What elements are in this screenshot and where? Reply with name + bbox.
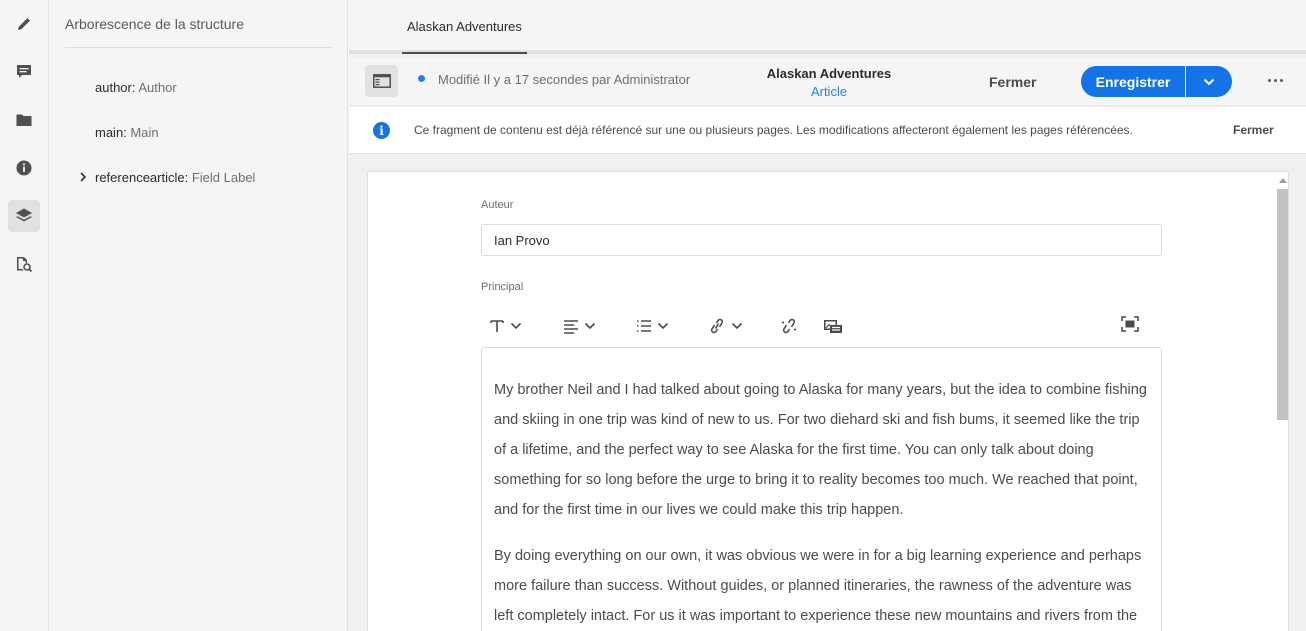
paragraph: My brother Neil and I had talked about g… <box>494 382 1147 518</box>
tree-item-label: Field Label <box>191 170 256 185</box>
tree-title: Arborescence de la structure <box>65 16 244 32</box>
layers-icon[interactable] <box>8 200 40 232</box>
more-actions-icon[interactable] <box>1265 70 1285 90</box>
text-format-icon <box>490 320 504 332</box>
info-banner: i Ce fragment de contenu est déjà référe… <box>349 107 1306 154</box>
tree-item-label: Author <box>138 80 177 95</box>
vertical-scrollbar[interactable] <box>1275 174 1288 631</box>
tab-alaskan-adventures[interactable]: Alaskan Adventures <box>402 0 527 54</box>
chevron-down-icon <box>510 322 522 330</box>
side-rail <box>0 0 49 631</box>
modified-status: Modifié Il y a 17 secondes par Administr… <box>438 72 691 87</box>
toggle-side-panel-button[interactable] <box>365 65 398 97</box>
status-dot <box>418 75 425 82</box>
main-label: Principal <box>481 281 524 293</box>
info-close-button[interactable]: Fermer <box>1233 123 1274 137</box>
tree-item-main[interactable]: main: Main <box>95 125 159 140</box>
unlink-icon <box>781 318 797 334</box>
tree-item-referencearticle[interactable]: referencearticle: Field Label <box>95 170 255 185</box>
link-dropdown[interactable] <box>708 316 743 336</box>
editor-toolbar: Modifié Il y a 17 secondes par Administr… <box>349 58 1306 106</box>
chevron-down-icon <box>584 322 596 330</box>
author-field[interactable]: Ian Provo <box>481 224 1162 256</box>
save-button[interactable]: Enregistrer <box>1081 66 1185 97</box>
info-icon[interactable] <box>8 152 40 184</box>
list-icon <box>637 320 651 332</box>
divider <box>65 47 332 48</box>
link-icon <box>710 318 724 334</box>
editor-card: Auteur Ian Provo Principal My brother Ne… <box>367 171 1289 631</box>
side-panel-icon <box>372 74 391 88</box>
chevron-down-icon <box>1203 78 1215 85</box>
save-options-button[interactable] <box>1186 66 1232 97</box>
chevron-down-icon <box>731 322 743 330</box>
fragment-title: Alaskan Adventures <box>766 66 892 81</box>
edit-pencil-icon[interactable] <box>8 8 40 40</box>
tree-item-key: referencearticle: <box>95 170 189 185</box>
close-button[interactable]: Fermer <box>989 74 1036 90</box>
tree-item-key: author: <box>95 80 136 95</box>
fullscreen-button[interactable] <box>1121 314 1139 334</box>
references-search-icon[interactable] <box>8 248 40 280</box>
tree-item-author[interactable]: author: Author <box>95 80 177 95</box>
chevron-right-icon[interactable] <box>78 172 88 182</box>
main-richtext-editor[interactable]: My brother Neil and I had talked about g… <box>481 347 1162 631</box>
insert-asset-icon <box>824 320 842 333</box>
author-label: Auteur <box>481 199 514 211</box>
chevron-down-icon <box>657 322 669 330</box>
info-icon: i <box>373 122 390 139</box>
text-format-dropdown[interactable] <box>489 316 522 336</box>
insert-asset-button[interactable] <box>823 316 843 336</box>
scrollbar-thumb[interactable] <box>1277 189 1288 420</box>
scroll-up-arrow-icon[interactable] <box>1279 178 1287 183</box>
info-message: Ce fragment de contenu est déjà référenc… <box>414 123 1133 137</box>
main-area: Alaskan Adventures Modifié Il y a 17 sec… <box>349 0 1306 631</box>
tree-item-key: main: <box>95 125 127 140</box>
tree-item-label: Main <box>130 125 159 140</box>
fragment-model-link[interactable]: Article <box>729 84 929 99</box>
structure-tree-panel: Arborescence de la structure author: Aut… <box>49 0 348 631</box>
alignment-dropdown[interactable] <box>563 316 596 336</box>
list-dropdown[interactable] <box>636 316 669 336</box>
folder-icon[interactable] <box>8 104 40 136</box>
paragraph: By doing everything on our own, it was o… <box>494 548 1142 624</box>
align-left-icon <box>564 320 578 334</box>
tab-bar: Alaskan Adventures <box>349 0 1306 54</box>
unlink-button[interactable] <box>780 316 798 336</box>
comment-icon[interactable] <box>8 56 40 88</box>
fullscreen-icon <box>1121 316 1139 332</box>
